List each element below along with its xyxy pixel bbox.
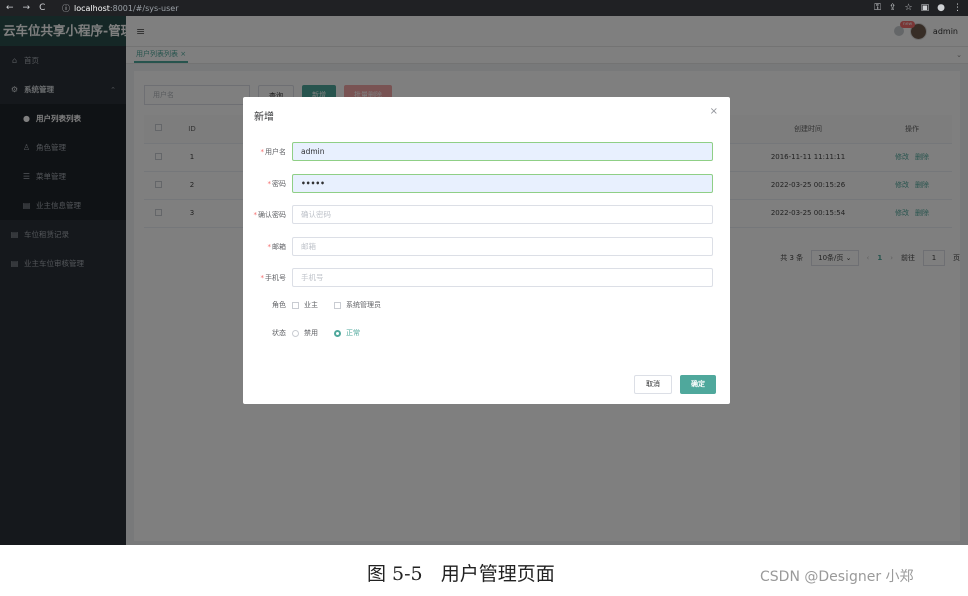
checkbox[interactable] [334, 301, 341, 309]
status-option-normal[interactable]: 正常 [334, 328, 360, 338]
cancel-button[interactable]: 取消 [634, 375, 672, 394]
form-row-status: 状态 禁用 正常 [243, 328, 730, 338]
email-field[interactable]: 邮箱 [292, 237, 713, 256]
form-row-password: *密码 ••••• [243, 174, 730, 193]
role-option-admin[interactable]: 系统管理员 [334, 300, 381, 310]
close-icon[interactable]: × [710, 106, 718, 117]
url-host: localhost [74, 3, 110, 13]
screenshot-root: ← → C ⓘ localhost:8001/#/sys-user ⚿ ⇪ ☆ … [0, 0, 968, 596]
star-icon[interactable]: ☆ [905, 3, 913, 13]
status-label: 状态 [272, 329, 286, 337]
required-mark: * [267, 242, 272, 251]
reload-icon[interactable]: C [39, 3, 45, 13]
watermark: CSDN @Designer 小郑 [760, 569, 914, 585]
option-label: 正常 [346, 329, 360, 337]
label-text: 密码 [272, 179, 286, 188]
form-row-email: *邮箱 邮箱 [243, 237, 730, 256]
address-bar[interactable]: ⓘ localhost:8001/#/sys-user [62, 3, 178, 14]
username-label: *用户名 [243, 147, 292, 157]
browser-nav: ← → C [0, 3, 62, 13]
confirm-button[interactable]: 确定 [680, 375, 716, 394]
confirm-password-field[interactable]: 确认密码 [292, 205, 713, 224]
required-mark: * [267, 179, 272, 188]
email-label: *邮箱 [243, 242, 292, 252]
key-icon[interactable]: ⚿ [874, 3, 881, 13]
browser-actions: ⚿ ⇪ ☆ ▣ ● ⋮ [874, 3, 968, 13]
share-icon[interactable]: ⇪ [889, 3, 897, 13]
dialog-title: 新增 [254, 112, 274, 123]
radio[interactable] [292, 329, 299, 337]
phone-label: *手机号 [243, 273, 292, 283]
radio[interactable] [334, 329, 341, 337]
option-label: 系统管理员 [346, 301, 381, 309]
option-label: 业主 [304, 301, 318, 309]
role-option-owner[interactable]: 业主 [292, 300, 318, 310]
label-text: 邮箱 [272, 242, 286, 251]
option-label: 禁用 [304, 329, 318, 337]
info-icon: ⓘ [62, 3, 70, 13]
form-row-phone: *手机号 手机号 [243, 268, 730, 287]
form-row-username: *用户名 admin [243, 142, 730, 161]
url-path: :8001/#/sys-user [109, 3, 179, 13]
profile-icon[interactable]: ● [937, 3, 945, 13]
username-field[interactable]: admin [292, 142, 713, 161]
confirm-password-label: *确认密码 [243, 210, 292, 220]
status-option-disabled[interactable]: 禁用 [292, 328, 318, 338]
add-user-dialog: 新增 × *用户名 admin *密码 ••••• *确认密码 确认密码 *邮箱… [243, 97, 730, 404]
password-field[interactable]: ••••• [292, 174, 713, 193]
form-row-confirm-password: *确认密码 确认密码 [243, 205, 730, 224]
required-mark: * [260, 147, 265, 156]
password-label: *密码 [243, 179, 292, 189]
arrow-right-icon[interactable]: → [23, 3, 31, 13]
more-icon[interactable]: ⋮ [953, 3, 962, 13]
role-label: 角色 [272, 301, 286, 309]
checkbox[interactable] [292, 301, 299, 309]
label-text: 手机号 [265, 273, 286, 282]
label-text: 确认密码 [258, 210, 286, 219]
phone-field[interactable]: 手机号 [292, 268, 713, 287]
sidepanel-icon[interactable]: ▣ [921, 3, 930, 13]
required-mark: * [253, 210, 258, 219]
form-row-role: 角色 业主 系统管理员 [243, 300, 730, 310]
required-mark: * [260, 273, 265, 282]
arrow-left-icon[interactable]: ← [6, 3, 14, 13]
label-text: 用户名 [265, 147, 286, 156]
browser-toolbar: ← → C ⓘ localhost:8001/#/sys-user ⚿ ⇪ ☆ … [0, 0, 968, 16]
figure-caption: 图 5-5 用户管理页面 [367, 563, 555, 585]
